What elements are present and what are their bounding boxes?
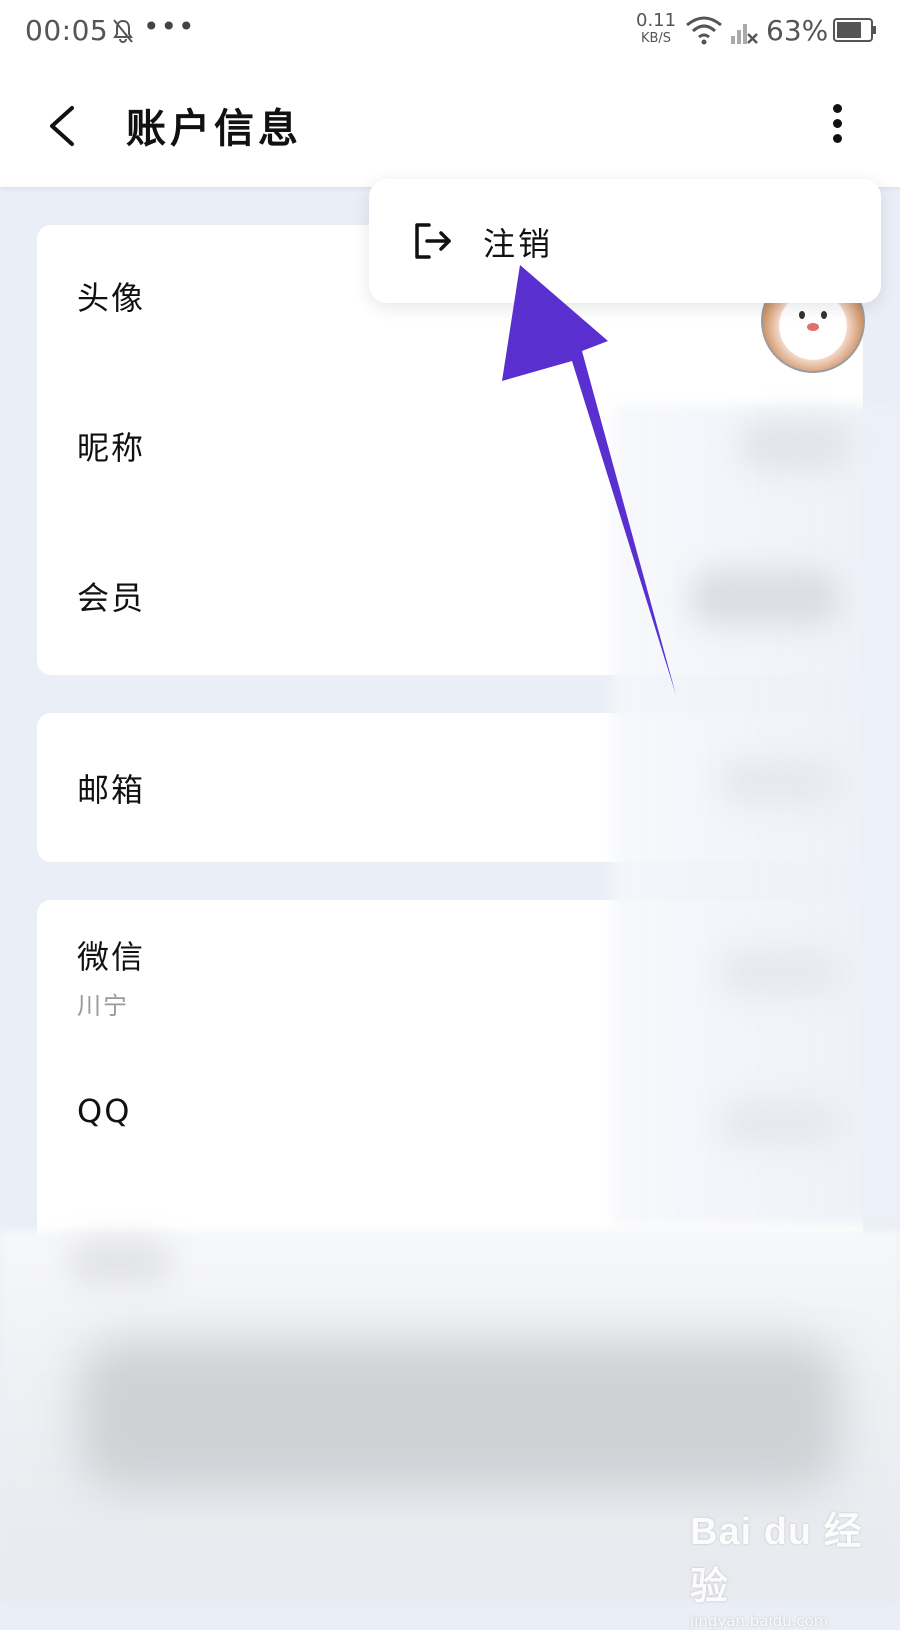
email-label: 邮箱	[77, 771, 146, 809]
wifi-icon	[686, 16, 722, 45]
annotation-arrow	[502, 265, 676, 695]
app-header: 账户信息	[0, 62, 900, 187]
watermark-logo: Bai du 经验	[690, 1511, 863, 1608]
watermark-url: jingyan.baidu.com	[690, 1612, 829, 1630]
nickname-label: 昵称	[77, 429, 146, 467]
avatar-label: 头像	[77, 279, 146, 317]
more-notifications-icon: •••	[143, 10, 196, 43]
status-time: 00:05	[25, 14, 109, 47]
blurred-value	[80, 1340, 840, 1490]
bell-muted-icon	[113, 19, 133, 43]
wechat-label: 微信	[77, 938, 146, 976]
status-bar: 00:05 ••• 0.11 KB/S 63%	[0, 0, 900, 62]
blurred-value	[70, 1240, 170, 1285]
more-options-icon[interactable]	[826, 100, 848, 150]
watermark: Bai du 经验 jingyan.baidu.com	[690, 1500, 870, 1630]
blurred-value	[720, 950, 840, 995]
signal-icon	[731, 24, 758, 44]
battery-percent: 63%	[766, 14, 829, 47]
battery-icon	[833, 18, 876, 42]
blurred-value	[720, 760, 840, 805]
menu-item-label: 注销	[483, 225, 554, 263]
blurred-value	[690, 570, 840, 625]
membership-label: 会员	[77, 579, 146, 617]
back-arrow-icon[interactable]	[42, 102, 82, 150]
page-title: 账户信息	[126, 106, 302, 152]
blurred-value	[740, 420, 850, 470]
logout-icon	[415, 223, 451, 259]
network-speed: 0.11 KB/S	[636, 10, 677, 46]
blurred-value	[720, 1100, 840, 1145]
wechat-account-name: 川宁	[77, 992, 129, 1020]
qq-label: QQ	[77, 1092, 132, 1130]
